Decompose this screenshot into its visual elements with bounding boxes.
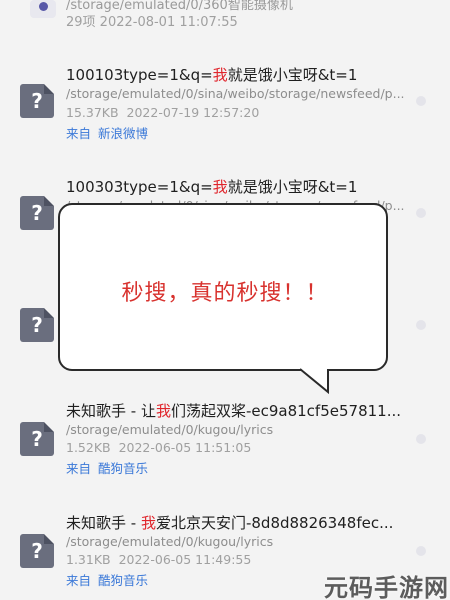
question-mark-icon: ? (20, 308, 54, 342)
file-title: 100303type=1&q=我就是饿小宝呀&t=1 (66, 178, 358, 196)
question-mark-icon: ? (20, 534, 54, 568)
select-radio[interactable] (416, 546, 426, 556)
speech-bubble-text: 秒搜，真的秒搜！！ (121, 281, 329, 306)
file-path: /storage/emulated/0/kugou/lyrics (66, 422, 274, 437)
file-title: 100103type=1&q=我就是饿小宝呀&t=1 (66, 66, 358, 84)
file-result-item[interactable]: ? 100103type=1&q=我就是饿小宝呀&t=1 /storage/em… (0, 60, 450, 170)
speech-bubble: 秒搜，真的秒搜！！ (58, 203, 388, 371)
select-radio[interactable] (416, 208, 426, 218)
site-watermark: 元码手游网 (324, 574, 449, 600)
camera-app-icon (30, 0, 56, 18)
question-mark-icon: ? (20, 84, 54, 118)
select-radio[interactable] (416, 434, 426, 444)
source-app-link[interactable]: 酷狗音乐 (98, 461, 148, 476)
file-meta: 1.52KB 2022-06-05 11:51:05 (66, 440, 252, 455)
folder-result-item[interactable]: /storage/emulated/0/360智能摄像机 29项 2022-08… (0, 0, 450, 38)
file-search-results-screen: /storage/emulated/0/360智能摄像机 29项 2022-08… (0, 0, 450, 600)
select-radio[interactable] (416, 320, 426, 330)
folder-meta: 29项 2022-08-01 11:07:55 (66, 15, 238, 30)
question-mark-icon: ? (20, 196, 54, 230)
file-result-item[interactable]: ? 未知歌手 - 让我们荡起双桨-ec9a81cf5e57811... /sto… (0, 398, 450, 508)
source-app-link[interactable]: 新浪微博 (98, 126, 148, 141)
file-meta: 15.37KB 2022-07-19 12:57:20 (66, 105, 260, 120)
source-app-link[interactable]: 酷狗音乐 (98, 573, 148, 588)
select-radio[interactable] (416, 96, 426, 106)
file-source: 来自 酷狗音乐 (66, 461, 149, 476)
file-title: 未知歌手 - 我爱北京天安门-8d8d8826348fec... (66, 514, 394, 532)
question-mark-icon: ? (20, 422, 54, 456)
file-path: /storage/emulated/0/kugou/lyrics (66, 534, 274, 549)
file-meta: 1.31KB 2022-06-05 11:49:55 (66, 552, 252, 567)
file-path: /storage/emulated/0/sina/weibo/storage/n… (66, 86, 405, 101)
speech-bubble-tail-icon (299, 368, 329, 394)
file-source: 来自 新浪微博 (66, 126, 149, 141)
file-source: 来自 酷狗音乐 (66, 573, 149, 588)
file-title: 未知歌手 - 让我们荡起双桨-ec9a81cf5e57811... (66, 402, 402, 420)
